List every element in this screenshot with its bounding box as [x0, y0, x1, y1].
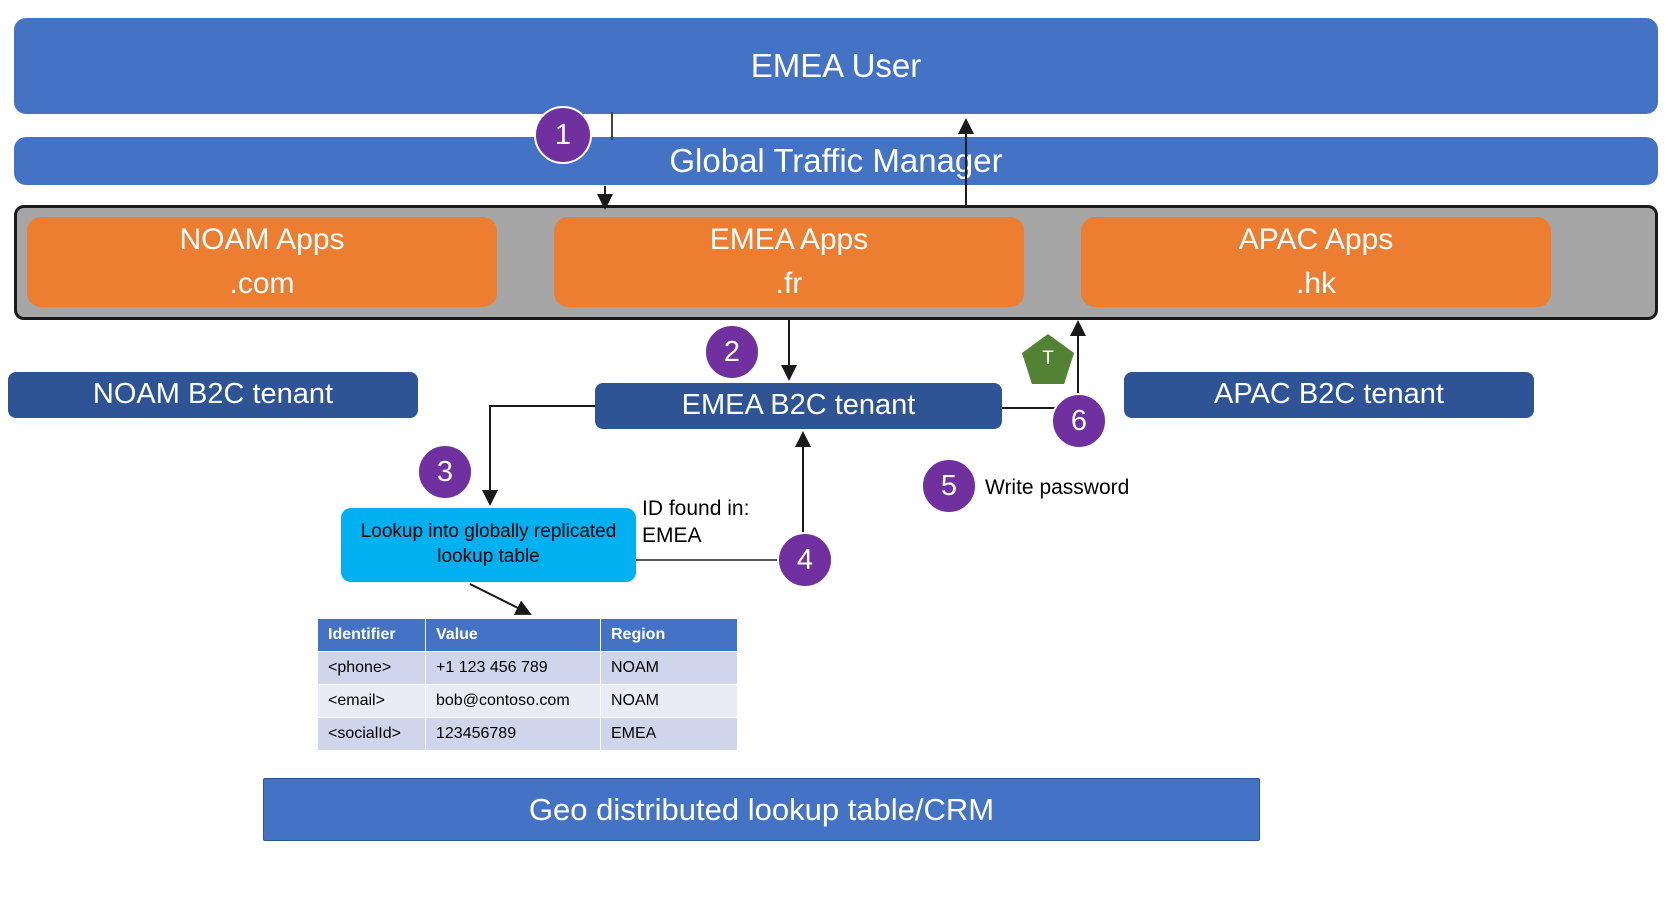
app-apac-name: APAC Apps: [1238, 222, 1394, 256]
step-3-number: 3: [436, 455, 454, 488]
cell-identifier: <socialId>: [317, 717, 426, 751]
token-pentagon-icon: T: [1022, 334, 1074, 384]
emea-user-label: EMEA User: [750, 47, 922, 85]
step-5-number: 5: [940, 469, 958, 502]
step-badge-5: 5: [921, 458, 977, 514]
table-header-region: Region: [600, 618, 738, 652]
crm-bar-label: Geo distributed lookup table/CRM: [528, 791, 995, 827]
app-noam-name: NOAM Apps: [179, 222, 345, 256]
tenant-emea-label: EMEA B2C tenant: [681, 389, 916, 422]
cell-value: +1 123 456 789: [425, 651, 601, 685]
cell-identifier: <email>: [317, 684, 426, 718]
write-password-label: Write password: [985, 476, 1130, 499]
app-box-emea: EMEA Apps .fr: [554, 217, 1024, 307]
step-2-number: 2: [723, 335, 741, 368]
step-4-number: 4: [796, 543, 814, 576]
step-badge-2: 2: [704, 324, 760, 380]
cell-region: NOAM: [600, 684, 738, 718]
cell-region: EMEA: [600, 717, 738, 751]
tenant-box-apac: APAC B2C tenant: [1124, 372, 1534, 418]
step-badge-4: 4: [777, 532, 833, 588]
cell-identifier: <phone>: [317, 651, 426, 685]
tenant-box-noam: NOAM B2C tenant: [8, 372, 418, 418]
cell-value: bob@contoso.com: [425, 684, 601, 718]
tenant-box-emea: EMEA B2C tenant: [595, 383, 1002, 429]
step-badge-6: 6: [1051, 393, 1107, 449]
emea-user-bar: EMEA User: [14, 18, 1658, 114]
table-header-identifier: Identifier: [317, 618, 426, 652]
step-badge-3: 3: [417, 444, 473, 500]
lookup-table-box: Lookup into globally replicated lookup t…: [341, 508, 636, 582]
step-1-number: 1: [554, 118, 572, 151]
token-letter: T: [1042, 348, 1054, 369]
step-badge-1: 1: [534, 106, 592, 164]
crm-bar: Geo distributed lookup table/CRM: [263, 778, 1260, 841]
app-emea-name: EMEA Apps: [709, 222, 869, 256]
app-box-noam: NOAM Apps .com: [27, 217, 497, 307]
app-box-apac: APAC Apps .hk: [1081, 217, 1551, 307]
table-header-row: Identifier Value Region: [317, 618, 738, 652]
tenant-noam-label: NOAM B2C tenant: [92, 378, 334, 411]
diagram-canvas: EMEA User Global Traffic Manager NOAM Ap…: [0, 0, 1672, 908]
lookup-data-table: Identifier Value Region <phone> +1 123 4…: [317, 618, 738, 751]
app-apac-domain: .hk: [1295, 267, 1337, 300]
tenant-apac-label: APAC B2C tenant: [1214, 378, 1444, 411]
id-found-label: ID found in: EMEA: [642, 497, 750, 548]
table-row: <socialId> 123456789 EMEA: [317, 717, 738, 751]
lookup-box-label: Lookup into globally replicated lookup t…: [360, 521, 617, 567]
table-row: <phone> +1 123 456 789 NOAM: [317, 651, 738, 685]
apps-container: NOAM Apps .com EMEA Apps .fr APAC Apps .…: [14, 205, 1658, 320]
table-header-value: Value: [425, 618, 601, 652]
global-traffic-manager-label: Global Traffic Manager: [669, 142, 1003, 180]
app-noam-domain: .com: [229, 267, 295, 300]
step-6-number: 6: [1070, 404, 1088, 437]
cell-value: 123456789: [425, 717, 601, 751]
global-traffic-manager-bar: Global Traffic Manager: [14, 137, 1658, 185]
cell-region: NOAM: [600, 651, 738, 685]
app-emea-domain: .fr: [775, 267, 803, 300]
table-row: <email> bob@contoso.com NOAM: [317, 684, 738, 718]
